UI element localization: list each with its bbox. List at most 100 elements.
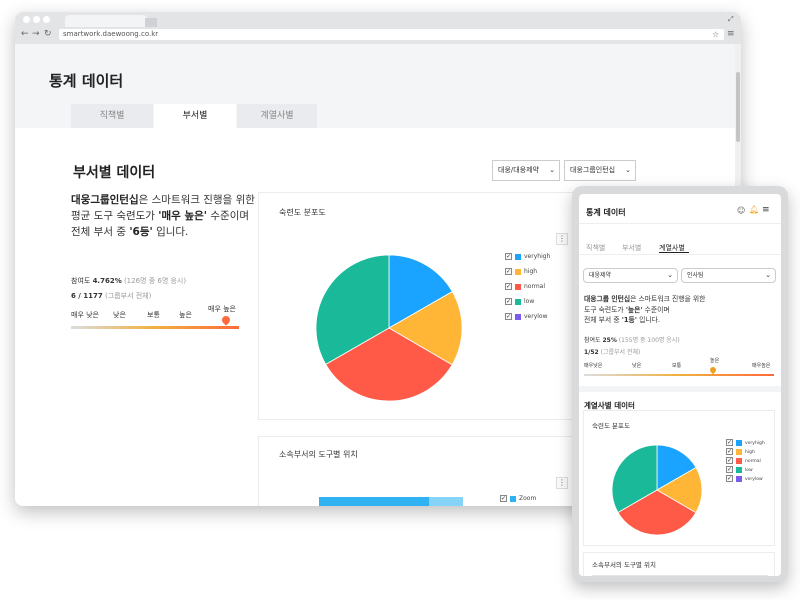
bar-zoom — [319, 497, 429, 506]
scale-label-high: 높은 — [179, 311, 192, 319]
summary-line2-post: 수준이며 — [207, 210, 250, 222]
legend-swatch — [515, 313, 521, 320]
summary-line2-pre: 평균 도구 숙련도가 — [71, 210, 159, 222]
legend-item-normal[interactable]: ✓ normal — [505, 283, 545, 290]
scale-label-low: 낮은 — [113, 311, 126, 319]
bookmark-star-icon[interactable]: ☆ — [712, 29, 719, 40]
legend-item-normal[interactable]: ✓ normal — [726, 457, 761, 464]
participation-label: 참여도 — [584, 337, 601, 344]
department-select-value: 대웅그룹인턴십 — [570, 166, 616, 174]
summary-line3-pre: 전체 부서 중 — [584, 316, 622, 324]
participation-value: 4.762% — [92, 277, 122, 285]
summary-line1: 은 스마트워크 진행을 위한 — [138, 194, 255, 206]
page-title: 통계 데이터 — [49, 72, 124, 90]
new-tab-button[interactable] — [145, 18, 157, 27]
browser-tab[interactable] — [65, 15, 147, 27]
checkbox-icon[interactable]: ✓ — [505, 298, 512, 305]
chart-card-distribution: 숙련도 분포도 ⋮ ✓ veryhigh ✓ high ✓ normal ✓ low ✓ very… — [258, 192, 588, 420]
tab-position[interactable]: 직책별 — [71, 104, 153, 128]
checkbox-icon[interactable]: ✓ — [505, 268, 512, 275]
legend-item-high[interactable]: ✓ high — [505, 268, 537, 275]
mobile-chart-card-2: 소속부서의 도구별 위치 — [583, 552, 775, 576]
tab-position[interactable]: 직책별 — [586, 243, 605, 253]
participation-row: 참여도 4.762% (126명 중 6명 응시) — [71, 276, 186, 286]
checkbox-icon[interactable]: ✓ — [726, 448, 733, 455]
divider — [579, 223, 781, 224]
mobile-summary-text: 대웅그룹 인턴십은 스마트워크 진행을 위한 도구 숙련도가 '높은' 수준이며… — [584, 294, 779, 326]
checkbox-icon[interactable]: ✓ — [505, 313, 512, 320]
legend-item-zoom[interactable]: ✓ Zoom — [500, 495, 536, 502]
browser-chrome: ← → ↻ smartwork.daewoong.co.kr ☆ ≡ ⤢ — [15, 12, 741, 44]
legend-item-veryhigh[interactable]: ✓ veryhigh — [505, 253, 550, 260]
window-dot-maximize[interactable] — [43, 16, 50, 23]
legend-item-low[interactable]: ✓ low — [726, 466, 753, 473]
checkbox-icon[interactable]: ✓ — [726, 439, 733, 446]
mobile-page-title: 통계 데이터 — [586, 208, 626, 217]
legend-item-verylow[interactable]: ✓ verylow — [726, 475, 763, 482]
checkbox-icon[interactable]: ✓ — [500, 495, 507, 502]
legend-label: low — [745, 468, 753, 473]
window-dot-minimize[interactable] — [33, 16, 40, 23]
window-dot-close[interactable] — [23, 16, 30, 23]
legend-item-high[interactable]: ✓ high — [726, 448, 755, 455]
scale-label-very-low: 매우낮은 — [584, 363, 603, 369]
tab-affiliate[interactable]: 계열사별 — [237, 104, 317, 128]
department-select[interactable]: 대웅그룹인턴십 ⌄ — [564, 160, 636, 181]
bar-zoom-extra — [429, 497, 463, 506]
tab-department[interactable]: 부서별 — [622, 243, 641, 253]
participation-row: 참여도 25% (155명 중 100명 응시) — [584, 335, 680, 344]
chart-card-tool-position: 소속부서의 도구별 위치 ⋮ ✓ Zoom — [258, 436, 588, 506]
chat-icon[interactable]: ☺ — [737, 206, 745, 215]
participation-value: 25% — [602, 337, 617, 344]
scale-label-normal: 보통 — [672, 363, 682, 369]
legend-item-low[interactable]: ✓ low — [505, 298, 534, 305]
summary-level: '높은' — [625, 305, 643, 314]
summary-rank: '6등' — [129, 226, 153, 238]
company-select[interactable]: 대웅/대웅제약 ⌄ — [492, 160, 560, 181]
checkbox-icon[interactable]: ✓ — [726, 475, 733, 482]
rank-value: 6 / 1177 — [71, 292, 103, 300]
summary-org-name: 대웅그룹인턴십 — [71, 194, 139, 206]
chevron-down-icon: ⌄ — [667, 271, 673, 279]
legend-item-veryhigh[interactable]: ✓ veryhigh — [726, 439, 765, 446]
scale-gradient-bar — [584, 374, 774, 376]
notification-bell-icon[interactable]: 🔔︎ — [749, 205, 759, 214]
mobile-screen: 통계 데이터 ☺ 🔔︎ ≡ 직책별 부서별 계열사별 대웅제약 ⌄ 인사팀 ⌄ 대웅… — [579, 194, 781, 576]
more-options-icon[interactable]: ⋮ — [556, 233, 568, 245]
back-icon[interactable]: ← — [21, 29, 29, 40]
participation-label: 참여도 — [71, 277, 91, 285]
legend-label: high — [524, 268, 538, 275]
url-bar[interactable]: smartwork.daewoong.co.kr — [59, 29, 724, 40]
rank-detail: (그룹부서 전체) — [600, 349, 641, 356]
scale-label-normal: 보통 — [147, 311, 160, 319]
checkbox-icon[interactable]: ✓ — [726, 457, 733, 464]
hamburger-menu-icon[interactable]: ≡ — [762, 205, 770, 215]
forward-icon[interactable]: → — [32, 29, 40, 40]
scrollbar-thumb[interactable] — [736, 72, 740, 142]
checkbox-icon[interactable]: ✓ — [505, 253, 512, 260]
participation-detail: (155명 중 100명 응시) — [618, 337, 680, 344]
more-options-icon[interactable]: ⋮ — [556, 477, 568, 489]
participation-detail: (126명 중 6명 응시) — [123, 277, 187, 285]
checkbox-icon[interactable]: ✓ — [505, 283, 512, 290]
reload-icon[interactable]: ↻ — [44, 29, 52, 40]
scale-label-high: 높은 — [710, 358, 720, 364]
legend-swatch — [515, 268, 521, 275]
summary-level: '매우 높은' — [158, 210, 208, 222]
legend-swatch — [736, 448, 742, 455]
legend-label: high — [745, 450, 755, 455]
expand-icon[interactable]: ⤢ — [728, 14, 734, 25]
menu-icon[interactable]: ≡ — [727, 29, 735, 40]
company-select[interactable]: 대웅제약 ⌄ — [583, 268, 678, 283]
summary-text: 대웅그룹인턴십은 스마트워크 진행을 위한 평균 도구 숙련도가 '매우 높은'… — [71, 192, 261, 240]
chart-title: 숙련도 분포도 — [592, 422, 630, 430]
scale-gradient-bar — [71, 326, 239, 329]
scale-marker-icon — [219, 314, 232, 326]
legend-swatch — [510, 495, 516, 502]
rank-row: 6 / 1177 (그룹부서 전체) — [71, 291, 151, 301]
checkbox-icon[interactable]: ✓ — [726, 466, 733, 473]
department-select[interactable]: 인사팀 ⌄ — [681, 268, 776, 283]
summary-line3-pre: 전체 부서 중 — [71, 226, 130, 238]
legend-item-verylow[interactable]: ✓ verylow — [505, 313, 548, 320]
tab-department[interactable]: 부서별 — [154, 104, 236, 128]
